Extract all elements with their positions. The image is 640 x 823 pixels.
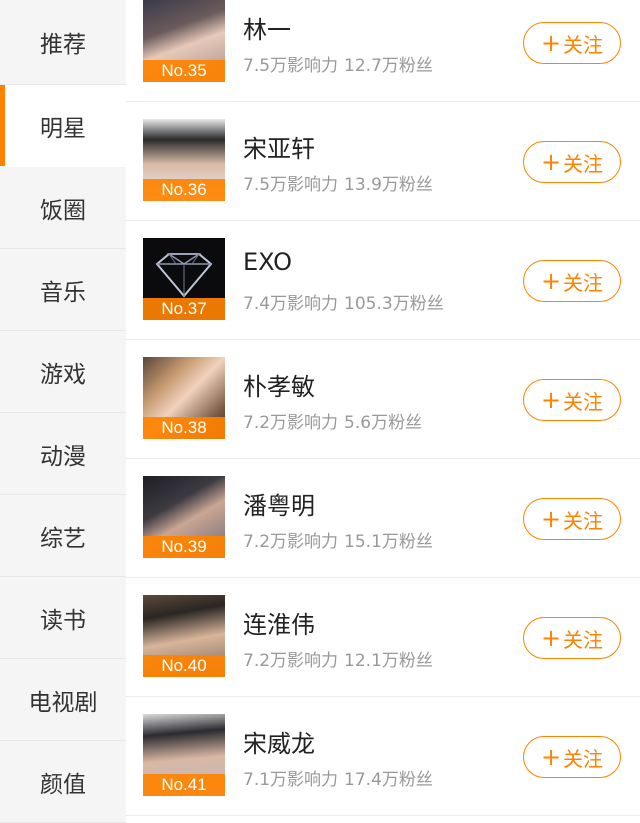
plus-icon: + xyxy=(540,386,562,414)
fans-count: 5.6万粉丝 xyxy=(344,413,423,433)
plus-icon: + xyxy=(540,267,562,295)
list-item[interactable]: No.39 潘粤明 7.2万影响力 15.1万粉丝 + 关注 xyxy=(126,459,640,578)
star-stats: 7.5万影响力 12.7万粉丝 xyxy=(243,51,433,76)
follow-label: 关注 xyxy=(563,32,604,57)
avatar[interactable]: No.37 xyxy=(143,238,225,320)
list-item[interactable]: No.36 宋亚轩 7.5万影响力 13.9万粉丝 + 关注 xyxy=(126,102,640,221)
influence-value: 7.2万影响力 xyxy=(243,413,339,433)
follow-button[interactable]: + 关注 xyxy=(523,141,621,183)
plus-icon: + xyxy=(540,505,562,533)
sidebar-item-label: 游戏 xyxy=(40,361,86,388)
influence-value: 7.2万影响力 xyxy=(243,651,339,671)
star-stats: 7.4万影响力 105.3万粉丝 xyxy=(243,289,444,314)
sidebar-item-label: 读书 xyxy=(40,607,86,634)
avatar[interactable]: No.40 xyxy=(143,595,225,677)
list-item[interactable]: No.35 林一 7.5万影响力 12.7万粉丝 + 关注 xyxy=(126,0,640,102)
fans-count: 17.4万粉丝 xyxy=(344,770,433,790)
sidebar-item-tv-drama[interactable]: 电视剧 xyxy=(0,659,126,741)
list-item[interactable]: No.37 EXO 7.4万影响力 105.3万粉丝 + 关注 xyxy=(126,221,640,340)
sidebar-item-stars[interactable]: 明星 xyxy=(0,85,126,167)
rank-badge: No.39 xyxy=(143,536,225,558)
avatar[interactable]: No.36 xyxy=(143,119,225,201)
sidebar-item-label: 饭圈 xyxy=(40,197,86,224)
plus-icon: + xyxy=(540,148,562,176)
influence-value: 7.1万影响力 xyxy=(243,770,339,790)
influence-value: 7.5万影响力 xyxy=(243,175,339,195)
star-name[interactable]: 朴孝敏 xyxy=(243,367,315,402)
star-stats: 7.1万影响力 17.4万粉丝 xyxy=(243,765,433,790)
sidebar-item-label: 明星 xyxy=(40,115,86,142)
follow-button[interactable]: + 关注 xyxy=(523,22,621,64)
plus-icon: + xyxy=(540,29,562,57)
sidebar-item-label: 电视剧 xyxy=(28,689,98,716)
sidebar-item-label: 音乐 xyxy=(40,279,86,306)
sidebar-item-label: 动漫 xyxy=(40,443,86,470)
rank-badge: No.38 xyxy=(143,417,225,439)
follow-button[interactable]: + 关注 xyxy=(523,260,621,302)
sidebar-item-books[interactable]: 读书 xyxy=(0,577,126,659)
star-name[interactable]: 连淮伟 xyxy=(243,605,315,640)
follow-label: 关注 xyxy=(563,151,604,176)
rank-badge: No.36 xyxy=(143,179,225,201)
star-name[interactable]: 宋亚轩 xyxy=(243,129,315,164)
sidebar-item-label: 综艺 xyxy=(40,525,86,552)
influence-value: 7.5万影响力 xyxy=(243,56,339,76)
sidebar-item-recommend[interactable]: 推荐 xyxy=(0,0,126,85)
follow-button[interactable]: + 关注 xyxy=(523,498,621,540)
sidebar-item-games[interactable]: 游戏 xyxy=(0,331,126,413)
avatar[interactable]: No.38 xyxy=(143,357,225,439)
follow-label: 关注 xyxy=(563,270,604,295)
sidebar-item-variety[interactable]: 综艺 xyxy=(0,495,126,577)
follow-button[interactable]: + 关注 xyxy=(523,379,621,421)
rank-badge: No.37 xyxy=(143,298,225,320)
sidebar-item-looks[interactable]: 颜值 xyxy=(0,741,126,823)
influence-value: 7.4万影响力 xyxy=(243,294,339,314)
star-name[interactable]: EXO xyxy=(243,248,292,276)
star-name[interactable]: 潘粤明 xyxy=(243,486,315,521)
follow-label: 关注 xyxy=(563,508,604,533)
fans-count: 12.7万粉丝 xyxy=(344,56,433,76)
avatar[interactable]: No.39 xyxy=(143,476,225,558)
fans-count: 15.1万粉丝 xyxy=(344,532,433,552)
category-sidebar: 推荐 明星 饭圈 音乐 游戏 动漫 综艺 读书 电视剧 颜值 xyxy=(0,0,126,823)
rank-badge: No.35 xyxy=(143,60,225,82)
star-name[interactable]: 林一 xyxy=(243,10,291,45)
avatar[interactable]: No.35 xyxy=(143,0,225,82)
rank-badge: No.41 xyxy=(143,774,225,796)
list-item[interactable]: No.41 宋威龙 7.1万影响力 17.4万粉丝 + 关注 xyxy=(126,697,640,816)
follow-button[interactable]: + 关注 xyxy=(523,736,621,778)
follow-label: 关注 xyxy=(563,746,604,771)
follow-label: 关注 xyxy=(563,627,604,652)
sidebar-item-label: 推荐 xyxy=(40,32,86,58)
fans-count: 13.9万粉丝 xyxy=(344,175,433,195)
list-item[interactable]: No.38 朴孝敏 7.2万影响力 5.6万粉丝 + 关注 xyxy=(126,340,640,459)
plus-icon: + xyxy=(540,624,562,652)
influence-value: 7.2万影响力 xyxy=(243,532,339,552)
ranking-list: No.35 林一 7.5万影响力 12.7万粉丝 + 关注 No.36 宋亚轩 7… xyxy=(126,0,640,823)
star-stats: 7.2万影响力 15.1万粉丝 xyxy=(243,527,433,552)
sidebar-item-anime[interactable]: 动漫 xyxy=(0,413,126,495)
star-stats: 7.5万影响力 13.9万粉丝 xyxy=(243,170,433,195)
follow-label: 关注 xyxy=(563,389,604,414)
avatar[interactable]: No.41 xyxy=(143,714,225,796)
star-stats: 7.2万影响力 5.6万粉丝 xyxy=(243,408,422,433)
fans-count: 105.3万粉丝 xyxy=(344,294,444,314)
plus-icon: + xyxy=(540,743,562,771)
follow-button[interactable]: + 关注 xyxy=(523,617,621,659)
star-name[interactable]: 宋威龙 xyxy=(243,724,315,759)
list-item[interactable]: No.40 连淮伟 7.2万影响力 12.1万粉丝 + 关注 xyxy=(126,578,640,697)
sidebar-item-fandom[interactable]: 饭圈 xyxy=(0,167,126,249)
sidebar-item-label: 颜值 xyxy=(40,771,86,798)
rank-badge: No.40 xyxy=(143,655,225,677)
sidebar-item-music[interactable]: 音乐 xyxy=(0,249,126,331)
star-stats: 7.2万影响力 12.1万粉丝 xyxy=(243,646,433,671)
fans-count: 12.1万粉丝 xyxy=(344,651,433,671)
app-root: 推荐 明星 饭圈 音乐 游戏 动漫 综艺 读书 电视剧 颜值 No.35 林一 … xyxy=(0,0,640,823)
